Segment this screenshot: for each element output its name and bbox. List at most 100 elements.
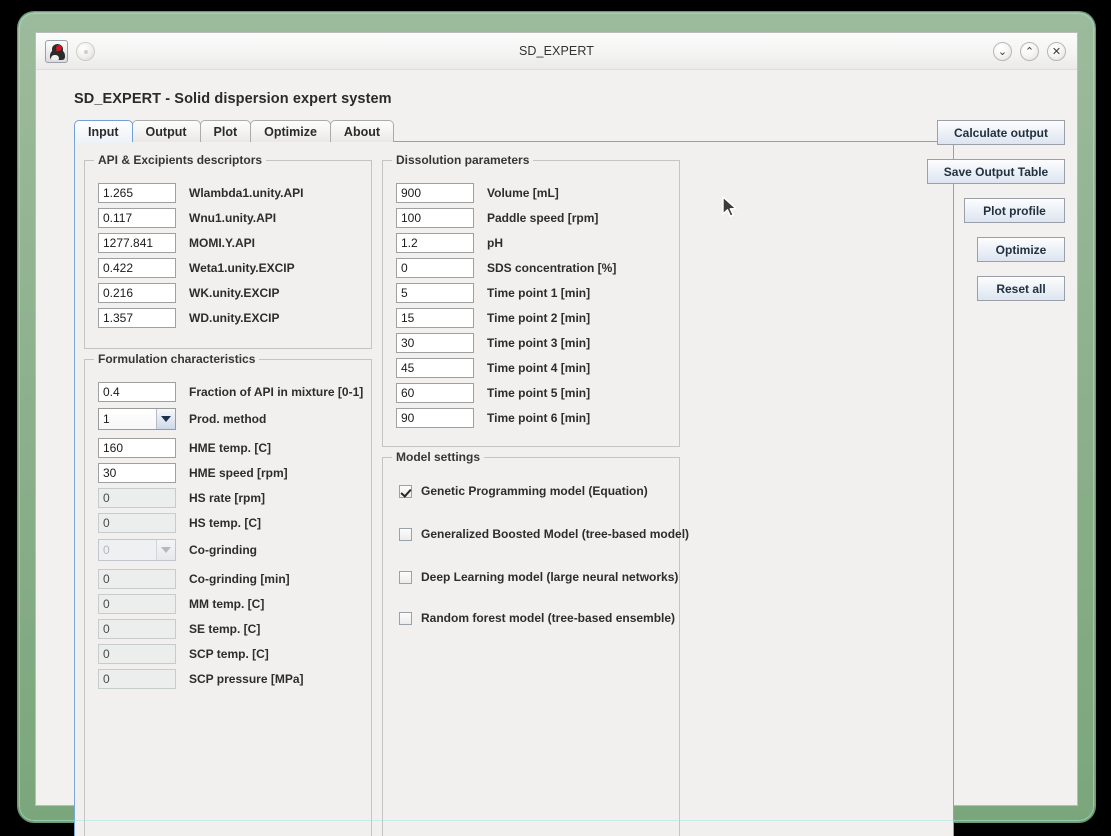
input-time-point-1[interactable]: 5 <box>396 283 474 303</box>
input-time-point-4[interactable]: 45 <box>396 358 474 378</box>
input-fraction-api[interactable]: 0.4 <box>98 382 176 402</box>
group-legend-model-settings: Model settings <box>392 450 485 464</box>
input-mm-temp[interactable]: 0 <box>98 594 176 614</box>
input-hs-temp[interactable]: 0 <box>98 513 176 533</box>
title-bar: SD_EXPERT ⌄ ⌃ ✕ <box>36 33 1077 70</box>
input-momiy[interactable]: 1277.841 <box>98 233 176 253</box>
checkbox-genetic-programming[interactable]: Genetic Programming model (Equation) <box>399 484 648 498</box>
checkbox-icon-unchecked[interactable] <box>399 527 412 541</box>
group-legend-api-excipients: API & Excipients descriptors <box>94 153 267 167</box>
group-formulation-characteristics: Formulation characteristics 0.4 Fraction… <box>84 352 372 836</box>
label-volume: Volume [mL] <box>487 186 559 200</box>
label-time-point-4: Time point 4 [min] <box>487 361 591 375</box>
label-scp-pressure: SCP pressure [MPa] <box>189 672 304 686</box>
label-time-point-3: Time point 3 [min] <box>487 336 591 350</box>
calculate-output-button[interactable]: Calculate output <box>937 120 1065 145</box>
row-time-point-6: 90 Time point 6 [min] <box>396 408 590 428</box>
row-hme-speed: 30 HME speed [rpm] <box>98 463 288 483</box>
label-fraction-api: Fraction of API in mixture [0-1] <box>189 385 364 399</box>
label-hme-temp: HME temp. [C] <box>189 441 271 455</box>
save-output-table-button[interactable]: Save Output Table <box>927 159 1065 184</box>
input-hme-speed[interactable]: 30 <box>98 463 176 483</box>
input-time-point-3[interactable]: 30 <box>396 333 474 353</box>
row-co-grinding: 0 Co-grinding <box>98 539 257 561</box>
maximize-icon[interactable]: ⌃ <box>1020 41 1039 61</box>
input-time-point-6[interactable]: 90 <box>396 408 474 428</box>
checkbox-deep-learning[interactable]: Deep Learning model (large neural networ… <box>399 570 678 584</box>
reset-all-button[interactable]: Reset all <box>977 276 1065 301</box>
row-ph: 1.2 pH <box>396 233 503 253</box>
label-scp-temp: SCP temp. [C] <box>189 647 269 661</box>
row-wk: 0.216 WK.unity.EXCIP <box>98 283 279 303</box>
row-scp-temp: 0 SCP temp. [C] <box>98 644 269 664</box>
chevron-down-icon[interactable] <box>156 409 175 429</box>
checkbox-random-forest[interactable]: Random forest model (tree-based ensemble… <box>399 611 675 625</box>
input-scp-temp[interactable]: 0 <box>98 644 176 664</box>
checkbox-icon-unchecked[interactable] <box>399 570 412 584</box>
checkbox-icon-unchecked[interactable] <box>399 611 412 625</box>
input-se-temp[interactable]: 0 <box>98 619 176 639</box>
tab-plot[interactable]: Plot <box>199 120 252 142</box>
select-prod-method-value: 1 <box>99 409 156 429</box>
input-wnu1[interactable]: 0.117 <box>98 208 176 228</box>
select-co-grinding[interactable]: 0 <box>98 539 176 561</box>
checkbox-generalized-boosted[interactable]: Generalized Boosted Model (tree-based mo… <box>399 527 689 541</box>
input-hs-rate[interactable]: 0 <box>98 488 176 508</box>
row-wd: 1.357 WD.unity.EXCIP <box>98 308 279 328</box>
input-time-point-2[interactable]: 15 <box>396 308 474 328</box>
input-volume[interactable]: 900 <box>396 183 474 203</box>
label-paddle-speed: Paddle speed [rpm] <box>487 211 599 225</box>
page-title: SD_EXPERT - Solid dispersion expert syst… <box>74 91 392 107</box>
optimize-button[interactable]: Optimize <box>977 237 1065 262</box>
window-menu-button[interactable] <box>76 41 95 61</box>
row-se-temp: 0 SE temp. [C] <box>98 619 260 639</box>
input-ph[interactable]: 1.2 <box>396 233 474 253</box>
select-prod-method[interactable]: 1 <box>98 408 176 430</box>
checkbox-label-deep-learning: Deep Learning model (large neural networ… <box>421 570 679 584</box>
row-hs-rate: 0 HS rate [rpm] <box>98 488 265 508</box>
input-sds-concentration[interactable]: 0 <box>396 258 474 278</box>
input-scp-pressure[interactable]: 0 <box>98 669 176 689</box>
row-hme-temp: 160 HME temp. [C] <box>98 438 271 458</box>
input-wd[interactable]: 1.357 <box>98 308 176 328</box>
row-scp-pressure: 0 SCP pressure [MPa] <box>98 669 304 689</box>
checkbox-icon-checked[interactable] <box>399 484 412 498</box>
label-co-grinding-min: Co-grinding [min] <box>189 572 290 586</box>
input-weta1[interactable]: 0.422 <box>98 258 176 278</box>
title-bar-left-controls <box>36 39 95 63</box>
row-time-point-3: 30 Time point 3 [min] <box>396 333 590 353</box>
label-ph: pH <box>487 236 503 250</box>
input-co-grinding-min[interactable]: 0 <box>98 569 176 589</box>
label-wd: WD.unity.EXCIP <box>189 311 280 325</box>
checkbox-label-genetic-programming: Genetic Programming model (Equation) <box>421 484 648 498</box>
row-weta1: 0.422 Weta1.unity.EXCIP <box>98 258 295 278</box>
input-paddle-speed[interactable]: 100 <box>396 208 474 228</box>
plot-profile-button[interactable]: Plot profile <box>964 198 1065 223</box>
tab-input[interactable]: Input <box>74 120 133 143</box>
input-wk[interactable]: 0.216 <box>98 283 176 303</box>
chevron-down-icon[interactable] <box>156 540 175 560</box>
row-mm-temp: 0 MM temp. [C] <box>98 594 264 614</box>
checkbox-label-generalized-boosted: Generalized Boosted Model (tree-based mo… <box>421 527 690 541</box>
java-duke-icon <box>45 39 68 63</box>
label-wlambda1: Wlambda1.unity.API <box>189 186 304 200</box>
desktop-background: SD_EXPERT ⌄ ⌃ ✕ SD_EXPERT - Solid disper… <box>0 0 1111 836</box>
input-wlambda1[interactable]: 1.265 <box>98 183 176 203</box>
row-time-point-5: 60 Time point 5 [min] <box>396 383 590 403</box>
tab-about[interactable]: About <box>329 120 395 142</box>
label-time-point-6: Time point 6 [min] <box>487 411 591 425</box>
row-fraction-api: 0.4 Fraction of API in mixture [0-1] <box>98 382 363 402</box>
minimize-icon[interactable]: ⌄ <box>993 41 1012 61</box>
row-hs-temp: 0 HS temp. [C] <box>98 513 261 533</box>
window-frame: SD_EXPERT ⌄ ⌃ ✕ SD_EXPERT - Solid disper… <box>18 12 1095 836</box>
label-mm-temp: MM temp. [C] <box>189 597 265 611</box>
close-icon[interactable]: ✕ <box>1047 41 1066 61</box>
input-time-point-5[interactable]: 60 <box>396 383 474 403</box>
row-sds-concentration: 0 SDS concentration [%] <box>396 258 616 278</box>
checkbox-label-random-forest: Random forest model (tree-based ensemble… <box>421 611 676 625</box>
group-dissolution-parameters: Dissolution parameters 900 Volume [mL] 1… <box>382 153 680 447</box>
tab-optimize[interactable]: Optimize <box>250 120 331 142</box>
input-hme-temp[interactable]: 160 <box>98 438 176 458</box>
label-co-grinding: Co-grinding <box>189 543 257 557</box>
tab-output[interactable]: Output <box>131 120 201 142</box>
